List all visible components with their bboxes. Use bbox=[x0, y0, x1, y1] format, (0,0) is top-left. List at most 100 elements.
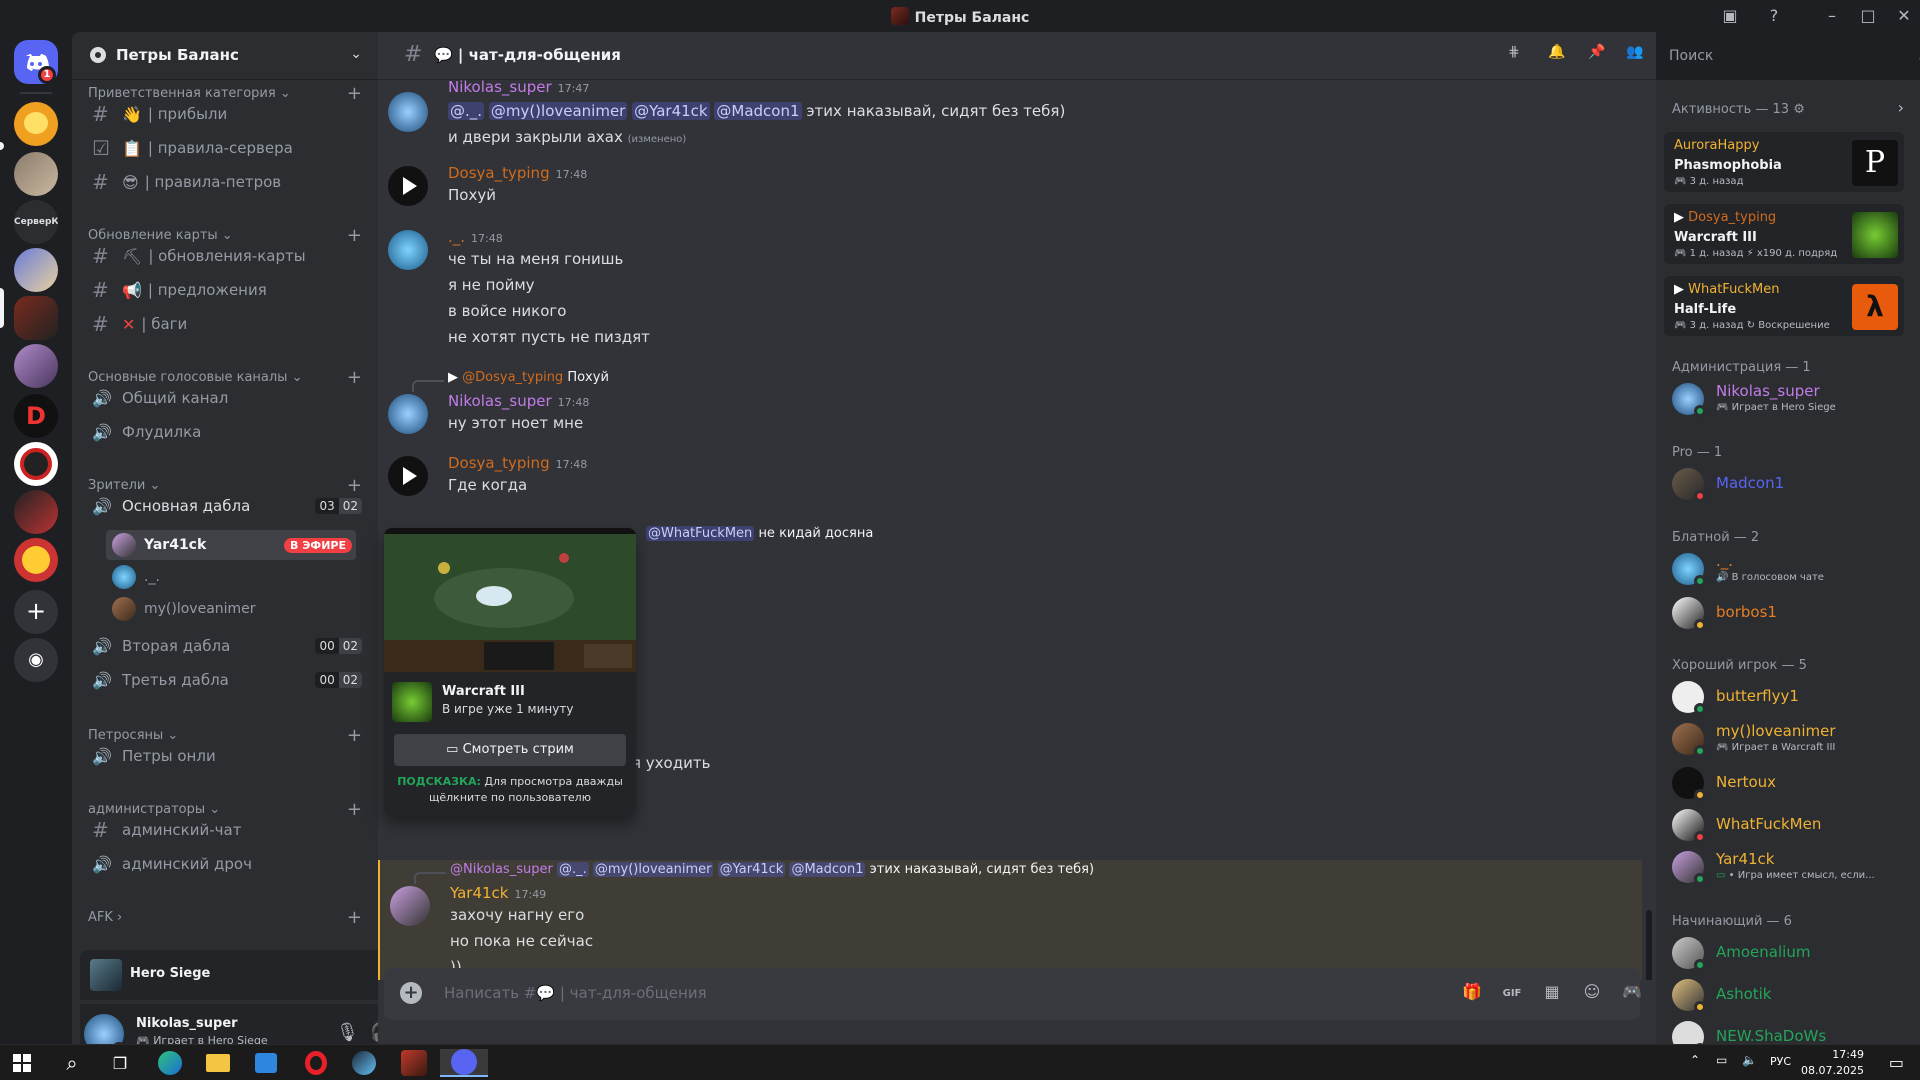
help-icon[interactable]: ? bbox=[1762, 4, 1786, 28]
emoji-icon[interactable]: ☺ bbox=[1580, 982, 1604, 1006]
explore-icon[interactable]: ◉ bbox=[14, 638, 58, 682]
mention[interactable]: @Yar41ck bbox=[632, 102, 710, 120]
member-item[interactable]: Nertoux bbox=[1664, 762, 1904, 804]
composer-placeholder[interactable]: Написать #💬 | чат-для-общения bbox=[444, 984, 707, 1002]
edge-icon[interactable] bbox=[150, 1049, 190, 1077]
member-item[interactable]: Ashotik bbox=[1664, 974, 1904, 1016]
chevron-right-icon[interactable]: › bbox=[1898, 98, 1904, 117]
reply-preview[interactable]: @Nikolas_super @._. @my()loveanimer @Yar… bbox=[450, 862, 1094, 877]
gift-icon[interactable]: 🎁 bbox=[1460, 982, 1484, 1006]
channel-pravila-servera[interactable]: ☑ 📋 | правила-сервера bbox=[80, 132, 370, 164]
avatar[interactable] bbox=[388, 394, 428, 434]
add-attachment-icon[interactable]: + bbox=[400, 982, 422, 1004]
activity-card[interactable]: ▶ Dosya_typing Warcraft III 🎮 1 д. назад… bbox=[1664, 204, 1904, 264]
member-item[interactable]: Yar41ck ▭ • Игра имеет смысл, если... bbox=[1664, 846, 1904, 888]
voice-user-loveanimer[interactable]: my()loveanimer bbox=[112, 594, 362, 624]
server-header[interactable]: Петры Баланс ⌄ bbox=[72, 32, 378, 80]
message-author[interactable]: Nikolas_super 17:47 bbox=[448, 80, 589, 96]
voice-user-yar41ck[interactable]: Yar41ck В ЭФИРЕ bbox=[106, 530, 356, 560]
server-icon-3[interactable] bbox=[14, 248, 58, 292]
watch-stream-button[interactable]: ▭ Смотреть стрим bbox=[394, 734, 626, 766]
channel-osnovnaya[interactable]: 🔊 Основная дабла 03 02 bbox=[80, 490, 370, 522]
mention[interactable]: @my()loveanimer bbox=[592, 862, 714, 877]
add-server-icon[interactable]: + bbox=[14, 590, 58, 634]
mention[interactable]: @._. bbox=[556, 862, 589, 877]
member-item[interactable]: ._. 🔊 В голосовом чате bbox=[1664, 548, 1904, 590]
message-composer[interactable]: + Написать #💬 | чат-для-общения 🎁 GIF ▦ … bbox=[384, 968, 1642, 1020]
threads-icon[interactable]: ⋕ bbox=[1508, 44, 1532, 68]
reply-preview[interactable]: ▶ @Dosya_typing Похуй bbox=[448, 370, 609, 385]
server-icon-7[interactable] bbox=[14, 538, 58, 582]
steam-icon[interactable] bbox=[344, 1049, 384, 1077]
channel-admin-chat[interactable]: # админский-чат bbox=[80, 814, 370, 846]
close-button[interactable]: ✕ bbox=[1892, 4, 1916, 28]
gif-icon[interactable]: GIF bbox=[1500, 982, 1524, 1006]
server-icon-6[interactable] bbox=[14, 490, 58, 534]
mention[interactable]: @Madcon1 bbox=[714, 102, 802, 120]
message-author[interactable]: Nikolas_super 17:48 bbox=[448, 392, 589, 410]
notifications-icon[interactable]: ▭ bbox=[1889, 1053, 1904, 1072]
opera-icon[interactable] bbox=[296, 1049, 336, 1077]
member-item[interactable]: NEW.ShaDoWs bbox=[1664, 1016, 1904, 1044]
member-item[interactable]: WhatFuckMen bbox=[1664, 804, 1904, 846]
activity-card[interactable]: ▶ WhatFuckMen Half-Life 🎮 3 д. назад ↻ В… bbox=[1664, 276, 1904, 336]
server-icon-1[interactable] bbox=[14, 102, 58, 146]
game-app-icon[interactable] bbox=[394, 1049, 434, 1077]
maximize-button[interactable]: □ bbox=[1856, 4, 1880, 28]
server-icon-2[interactable] bbox=[14, 152, 58, 196]
mention[interactable]: @WhatFuckMen bbox=[646, 526, 755, 541]
volume-icon[interactable]: 🔈 bbox=[1742, 1053, 1757, 1067]
member-item[interactable]: Nikolas_super 🎮 Играет в Hero Siege bbox=[1664, 378, 1904, 420]
channel-pribyli[interactable]: # 👋 | прибыли bbox=[80, 98, 370, 130]
mention[interactable]: @Madcon1 bbox=[789, 862, 866, 877]
server-icon-5[interactable] bbox=[14, 442, 58, 486]
apps-icon[interactable]: 🎮 bbox=[1620, 982, 1644, 1006]
message-author[interactable]: ._. 17:48 bbox=[448, 228, 503, 246]
minimize-button[interactable]: – bbox=[1820, 4, 1844, 28]
message-author[interactable]: Dosya_typing 17:48 bbox=[448, 164, 587, 182]
avatar[interactable] bbox=[388, 456, 428, 496]
mention[interactable]: @my()loveanimer bbox=[488, 102, 628, 120]
chevron-down-icon[interactable]: ⌄ bbox=[350, 46, 362, 62]
channel-obnovleniya[interactable]: # ⛏ | обновления-карты bbox=[80, 240, 370, 272]
member-item[interactable]: Madcon1 bbox=[1664, 463, 1904, 505]
clock[interactable]: 17:49 08.07.2025 bbox=[1801, 1047, 1864, 1079]
inbox-icon[interactable]: ▣ bbox=[1718, 4, 1742, 28]
member-item[interactable]: borbos1 bbox=[1664, 592, 1904, 634]
store-icon[interactable] bbox=[246, 1049, 286, 1077]
search-input[interactable]: Поиск⌕ bbox=[1661, 42, 1920, 70]
tray-chevron-icon[interactable]: ⌃ bbox=[1690, 1053, 1700, 1067]
member-item[interactable]: my()loveanimer 🎮 Играет в Warcraft III bbox=[1664, 718, 1904, 760]
channel-pravila-petrov[interactable]: # 😎 | правила-петров bbox=[80, 166, 370, 198]
avatar[interactable] bbox=[390, 886, 430, 926]
channel-tretya[interactable]: 🔊 Третья дабла 00 02 bbox=[80, 664, 370, 696]
task-view-icon[interactable]: ❐ bbox=[100, 1049, 140, 1077]
member-list-icon[interactable]: 👥 bbox=[1626, 44, 1650, 68]
pin-icon[interactable]: 📌 bbox=[1588, 44, 1612, 68]
discord-taskbar-icon[interactable] bbox=[440, 1049, 488, 1077]
member-item[interactable]: butterflyy1 bbox=[1664, 676, 1904, 718]
language-indicator[interactable]: РУС bbox=[1770, 1055, 1791, 1068]
search-icon[interactable]: ⌕ bbox=[52, 1049, 92, 1077]
scrollbar-thumb[interactable] bbox=[1646, 910, 1652, 980]
channel-predlozheniya[interactable]: # 📢 | предложения bbox=[80, 274, 370, 306]
category-afk[interactable]: AFK › + bbox=[88, 907, 362, 928]
voice-user-dot[interactable]: ._. bbox=[112, 562, 362, 592]
start-button[interactable] bbox=[2, 1049, 42, 1077]
stream-thumbnail[interactable] bbox=[384, 528, 636, 672]
avatar[interactable] bbox=[388, 230, 428, 270]
avatar[interactable] bbox=[388, 166, 428, 206]
server-icon-petry[interactable] bbox=[14, 296, 58, 340]
reply-preview[interactable]: @WhatFuckMen не кидай досяна bbox=[646, 526, 873, 541]
sticker-icon[interactable]: ▦ bbox=[1540, 982, 1564, 1006]
file-explorer-icon[interactable] bbox=[198, 1049, 238, 1077]
server-icon-4[interactable] bbox=[14, 344, 58, 388]
channel-fludilka[interactable]: 🔊 Флудилка bbox=[80, 416, 370, 448]
message-author[interactable]: Yar41ck 17:49 bbox=[450, 884, 546, 902]
message-author[interactable]: Dosya_typing 17:48 bbox=[448, 454, 587, 472]
channel-petry-onli[interactable]: 🔊 Петры онли bbox=[80, 740, 370, 772]
channel-obshiy[interactable]: 🔊 Общий канал bbox=[80, 382, 370, 414]
mention[interactable]: @Yar41ck bbox=[717, 862, 786, 877]
server-icon-diablo[interactable]: D bbox=[14, 394, 58, 438]
mention[interactable]: @._. bbox=[448, 102, 485, 120]
